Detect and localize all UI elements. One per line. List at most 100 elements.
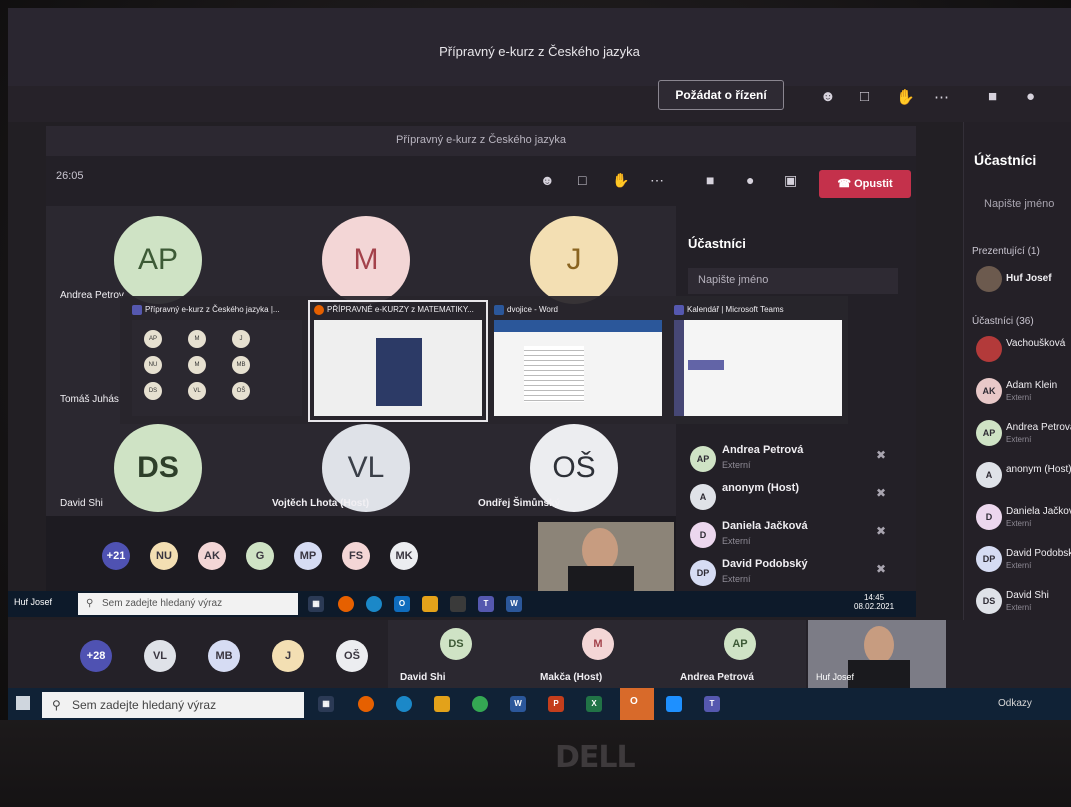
- inner-self-name: Huf Josef: [14, 597, 53, 607]
- switcher-caption: Kalendář | Microsoft Teams: [674, 305, 784, 315]
- switcher-item-word[interactable]: dvojice - Word: [490, 302, 666, 420]
- edge-icon[interactable]: [366, 596, 382, 612]
- inner-chat-icon[interactable]: □: [578, 172, 586, 188]
- presenter-item[interactable]: Huf Josef: [976, 264, 1071, 298]
- thumb-avatar: MB: [232, 356, 250, 374]
- powerpoint-icon[interactable]: P: [548, 696, 564, 712]
- window-switcher: Přípravný e-kurz z Českého jazyka |... A…: [120, 296, 848, 424]
- tile-name-vl: Vojtěch Lhota (Host): [272, 498, 370, 509]
- participant-name: Vachoušková: [1006, 338, 1066, 349]
- raise-hand-icon[interactable]: ✋: [896, 88, 915, 106]
- outer-taskbar: ⚲ Sem zadejte hledaný výraz ▦ W P X O T O…: [8, 688, 1071, 720]
- participant-avatar: AP: [976, 420, 1002, 446]
- attendees-header[interactable]: Účastníci (36): [972, 316, 1034, 327]
- chrome-icon[interactable]: [472, 696, 488, 712]
- person-shirt: [568, 566, 634, 591]
- inner-participant-item[interactable]: DP David Podobský Externí ✖: [686, 556, 906, 596]
- inner-clock: 14:45 08.02.2021: [854, 593, 895, 611]
- leave-label: Opustit: [854, 178, 893, 190]
- inner-taskbar-search[interactable]: ⚲ Sem zadejte hledaný výraz: [78, 593, 298, 615]
- outer-participant-item[interactable]: D Daniela Jačková Externí: [976, 502, 1071, 536]
- bottom-avatar[interactable]: J: [272, 640, 304, 672]
- share-screen-icon[interactable]: ▣: [784, 172, 797, 189]
- photos-icon[interactable]: [666, 696, 682, 712]
- outer-search-input[interactable]: Napište jméno: [984, 198, 1054, 210]
- edge-icon[interactable]: [396, 696, 412, 712]
- links-toolbar[interactable]: Odkazy: [998, 698, 1032, 709]
- task-view-icon[interactable]: ▦: [308, 596, 324, 612]
- bottom-avatar[interactable]: +28: [80, 640, 112, 672]
- laptop-screen: Přípravný e-kurz z Českého jazyka Požáda…: [8, 8, 1071, 720]
- inner-participants-icon[interactable]: ☻: [540, 172, 555, 188]
- inner-raise-hand-icon[interactable]: ✋: [612, 172, 629, 189]
- outer-participant-item[interactable]: AP Andrea Petrová Externí: [976, 418, 1071, 452]
- overflow-avatar[interactable]: G: [246, 542, 274, 570]
- overflow-avatar[interactable]: AK: [198, 542, 226, 570]
- outer-participant-item[interactable]: DS David Shi Externí: [976, 586, 1071, 620]
- inner-search-input[interactable]: Napište jméno: [688, 268, 898, 294]
- switcher-caption: PŘÍPRAVNÉ e-KURZY z MATEMATIKY...: [314, 305, 474, 315]
- switcher-item-teams-czech[interactable]: Přípravný e-kurz z Českého jazyka |... A…: [128, 302, 306, 420]
- participant-avatar: A: [690, 484, 716, 510]
- excel-icon[interactable]: X: [586, 696, 602, 712]
- person-shirt: [848, 660, 910, 688]
- dell-logo: DELL: [555, 740, 636, 775]
- teams-icon[interactable]: T: [478, 596, 494, 612]
- thumb-avatar: J: [232, 330, 250, 348]
- participant-role: Externí: [1006, 393, 1032, 402]
- participant-name: Daniela Jačková: [722, 520, 808, 532]
- camera-off-icon[interactable]: ■: [988, 88, 997, 105]
- windows-start-icon[interactable]: [16, 696, 30, 710]
- outer-self-name: Huf Josef: [816, 672, 855, 682]
- presenter-name: Huf Josef: [1006, 273, 1052, 284]
- presenters-header[interactable]: Prezentující (1): [972, 246, 1040, 257]
- inner-participant-item[interactable]: Aanonym (Host) ✖: [686, 480, 906, 520]
- overflow-avatar[interactable]: MP: [294, 542, 322, 570]
- switcher-caption: dvojice - Word: [494, 305, 558, 315]
- switcher-item-calendar[interactable]: Kalendář | Microsoft Teams: [670, 302, 846, 420]
- switcher-thumb: [494, 320, 662, 416]
- more-options-icon[interactable]: ⋯: [934, 88, 949, 106]
- inner-more-icon[interactable]: ⋯: [650, 172, 664, 189]
- participant-avatar: D: [690, 522, 716, 548]
- chat-icon[interactable]: □: [860, 88, 869, 105]
- inner-participant-item[interactable]: D Daniela Jačková Externí ✖: [686, 518, 906, 558]
- firefox-icon[interactable]: [358, 696, 374, 712]
- bottom-avatar[interactable]: OŠ: [336, 640, 368, 672]
- file-explorer-icon[interactable]: [434, 696, 450, 712]
- bottom-avatar[interactable]: VL: [144, 640, 176, 672]
- participant-name: David Shi: [1006, 590, 1049, 601]
- teams-icon[interactable]: T: [704, 696, 720, 712]
- firefox-icon[interactable]: [338, 596, 354, 612]
- store-icon[interactable]: [450, 596, 466, 612]
- outlook-icon[interactable]: O: [394, 596, 410, 612]
- outer-participant-item[interactable]: Vachoušková: [976, 334, 1071, 368]
- microphone-icon[interactable]: ●: [1026, 88, 1035, 105]
- outer-participant-item[interactable]: Aanonym (Host): [976, 460, 1071, 494]
- outer-participant-item[interactable]: DP David Podobský Externí: [976, 544, 1071, 578]
- inner-participant-item[interactable]: AP Andrea Petrová Externí ✖: [686, 442, 906, 482]
- overflow-avatar[interactable]: MK: [390, 542, 418, 570]
- outlook-active-icon[interactable]: O: [620, 688, 654, 720]
- participant-role: Externí: [1006, 519, 1032, 528]
- outer-participant-item[interactable]: AK Adam Klein Externí: [976, 376, 1071, 410]
- word-icon[interactable]: W: [506, 596, 522, 612]
- file-explorer-icon[interactable]: [422, 596, 438, 612]
- request-control-button[interactable]: Požádat o řízení: [658, 80, 784, 110]
- switcher-item-firefox[interactable]: PŘÍPRAVNÉ e-KURZY z MATEMATIKY...: [308, 300, 488, 422]
- overflow-avatar[interactable]: +21: [102, 542, 130, 570]
- word-icon[interactable]: W: [510, 696, 526, 712]
- bottom-avatar[interactable]: MB: [208, 640, 240, 672]
- outer-bottom-strip: +28 VL MB J OŠ DS David Shi M Makča (Host) A…: [8, 620, 1071, 688]
- task-view-icon[interactable]: ▦: [318, 696, 334, 712]
- inner-camera-icon[interactable]: ■: [706, 172, 714, 188]
- participants-icon[interactable]: ☻: [820, 88, 836, 105]
- overflow-avatar[interactable]: NU: [150, 542, 178, 570]
- outer-taskbar-search[interactable]: ⚲ Sem zadejte hledaný výraz: [42, 692, 304, 718]
- leave-button[interactable]: ☎ Opustit: [819, 170, 911, 198]
- teams-icon: [674, 305, 684, 315]
- overflow-avatar[interactable]: FS: [342, 542, 370, 570]
- inner-mic-icon[interactable]: ●: [746, 172, 754, 188]
- thumb-avatar: AP: [144, 330, 162, 348]
- tile-avatar-ap: AP: [114, 216, 202, 304]
